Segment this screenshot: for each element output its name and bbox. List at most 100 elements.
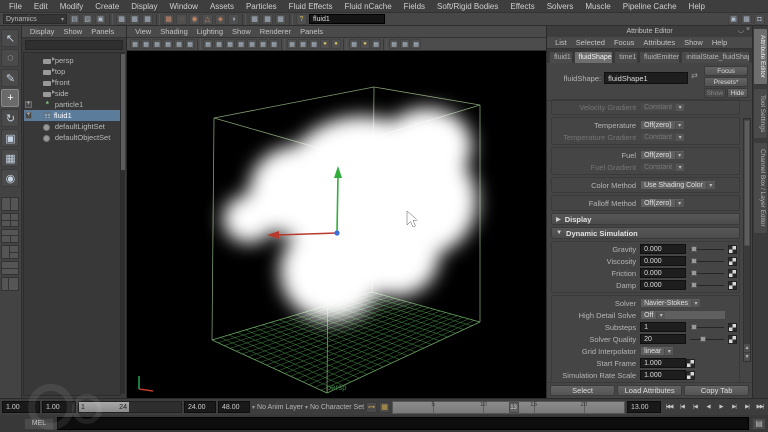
slider-substeps[interactable] <box>690 322 724 332</box>
field-chart-icon[interactable]: ▦ <box>247 39 257 49</box>
slider-solver-quality[interactable] <box>690 334 724 344</box>
scroll-down-icon[interactable]: ▼ <box>744 353 750 361</box>
outliner-filter-field[interactable] <box>25 40 123 50</box>
ae-menu-focus[interactable]: Focus <box>610 37 638 48</box>
menu-effects[interactable]: Effects <box>505 1 539 12</box>
slider-handle[interactable] <box>691 246 697 252</box>
selection-mode-object-icon[interactable]: ▦ <box>129 14 140 25</box>
quick-rename-field[interactable]: fluid1 <box>309 14 385 24</box>
texture-map-icon[interactable] <box>728 257 737 266</box>
node-name-field[interactable] <box>604 72 688 84</box>
slider-friction[interactable] <box>690 268 724 278</box>
tab-time1[interactable]: time1 <box>614 51 638 63</box>
snap-to-plane-icon[interactable]: △ <box>202 14 213 25</box>
render-settings-icon[interactable]: ◘ <box>754 14 765 25</box>
side-tab-channel-box-layer-editor[interactable]: Channel Box / Layer Editor <box>753 142 768 234</box>
value-field-substeps[interactable]: 1 <box>640 322 686 332</box>
focus-button[interactable]: Focus <box>704 66 748 76</box>
command-line-input[interactable] <box>57 417 749 430</box>
section-display[interactable]: ▶Display <box>551 213 740 225</box>
slider-handle[interactable] <box>691 282 697 288</box>
slider-handle[interactable] <box>691 258 697 264</box>
safe-title-icon[interactable]: ▦ <box>269 39 279 49</box>
soft-modification-tool[interactable]: ◉ <box>1 169 19 187</box>
character-set-selector[interactable]: No Character Set <box>310 404 364 411</box>
play-backwards-button[interactable]: ◀ <box>702 401 714 413</box>
construction-history-icon[interactable]: ▦ <box>275 14 286 25</box>
attribute-editor-scrollbar[interactable]: ▲ ▼ <box>743 118 751 362</box>
screen-space-ao-icon[interactable]: ▦ <box>349 39 359 49</box>
animation-start-field[interactable]: 1.00 <box>2 401 40 413</box>
universal-manipulator-tool[interactable]: ▦ <box>1 149 19 167</box>
three-pane-split-top-layout[interactable] <box>1 229 19 243</box>
value-field-gravity[interactable]: 0.000 <box>640 244 686 254</box>
outputs-from-selected-icon[interactable]: ▦ <box>262 14 273 25</box>
presets-button[interactable]: Presets* <box>704 77 748 87</box>
viewport-menu-show[interactable]: Show <box>228 26 255 37</box>
four-pane-layout[interactable] <box>1 213 19 227</box>
ae-menu-show[interactable]: Show <box>680 37 707 48</box>
section-dynamic-simulation[interactable]: ▼Dynamic Simulation <box>551 227 740 239</box>
anim-layer-selector[interactable]: No Anim Layer <box>257 404 303 411</box>
tab-initialstate-fluidshape1[interactable]: initialState_fluidShape1 <box>681 51 750 63</box>
menu-fluid-ncache[interactable]: Fluid nCache <box>340 1 397 12</box>
use-all-lights-icon[interactable]: ● <box>320 39 330 49</box>
snap-to-grid-icon[interactable]: ▦ <box>163 14 174 25</box>
menu-file[interactable]: File <box>4 1 27 12</box>
dropdown-solver[interactable]: Navier-Stokes▾ <box>640 298 701 308</box>
value-field-friction[interactable]: 0.000 <box>640 268 686 278</box>
texture-map-icon[interactable] <box>728 269 737 278</box>
lock-camera-icon[interactable]: ▦ <box>141 39 151 49</box>
inputs-to-selected-icon[interactable]: ▦ <box>249 14 260 25</box>
texture-map-icon[interactable] <box>728 281 737 290</box>
resolution-gate-icon[interactable]: ▦ <box>225 39 235 49</box>
viewport-canvas[interactable]: persp <box>127 51 546 398</box>
copy-tab-icon[interactable]: ◡ <box>738 26 744 34</box>
outliner-persp-layout[interactable] <box>1 277 19 291</box>
image-plane-icon[interactable]: ▦ <box>174 39 184 49</box>
dropdown-falloff-method[interactable]: Off(zero)▾ <box>640 198 685 208</box>
film-gate-icon[interactable]: ▦ <box>214 39 224 49</box>
texture-map-icon[interactable] <box>686 359 695 368</box>
dropdown-grid-interpolator[interactable]: linear▾ <box>640 346 674 356</box>
wireframe-mode-icon[interactable]: ▦ <box>287 39 297 49</box>
open-scene-icon[interactable]: ▧ <box>82 14 93 25</box>
value-field-simulation-rate-scale[interactable]: 1.000 <box>640 370 686 380</box>
go-to-end-button[interactable]: ▶▶| <box>754 401 766 413</box>
select-camera-icon[interactable]: ▦ <box>130 39 140 49</box>
go-to-start-button[interactable]: |◀◀ <box>663 401 675 413</box>
outliner-item-particle1[interactable]: +*particle1 <box>24 99 120 110</box>
outliner-scrollbar[interactable] <box>121 52 125 394</box>
current-frame-marker[interactable]: 13 <box>509 402 519 413</box>
viewport-menu-view[interactable]: View <box>131 26 155 37</box>
ae-menu-help[interactable]: Help <box>708 37 731 48</box>
slider-viscosity[interactable] <box>690 256 724 266</box>
play-forwards-button[interactable]: ▶ <box>715 401 727 413</box>
outliner-scrollbar-thumb[interactable] <box>121 54 125 170</box>
menu-particles[interactable]: Particles <box>241 1 282 12</box>
save-scene-icon[interactable]: ▣ <box>95 14 106 25</box>
menu-create[interactable]: Create <box>90 1 124 12</box>
motion-blur-icon[interactable]: ● <box>360 39 370 49</box>
outliner-menu-panels[interactable]: Panels <box>87 26 118 37</box>
close-icon[interactable]: × <box>746 26 750 34</box>
command-line-language-toggle[interactable]: MEL <box>24 418 54 430</box>
ae-menu-selected[interactable]: Selected <box>572 37 609 48</box>
scroll-up-icon[interactable]: ▲ <box>744 344 750 352</box>
range-slider-selection[interactable]: 124 <box>79 402 129 412</box>
menu-fields[interactable]: Fields <box>399 1 430 12</box>
snap-make-live-icon[interactable]: ◈ <box>215 14 226 25</box>
render-current-frame-icon[interactable]: ▣ <box>728 14 739 25</box>
shaded-mode-icon[interactable]: ▦ <box>298 39 308 49</box>
outliner-menu-show[interactable]: Show <box>59 26 86 37</box>
ae-menu-list[interactable]: List <box>551 37 571 48</box>
two-pane-stacked-layout[interactable] <box>1 261 19 275</box>
snap-to-curve-icon[interactable]: ◌ <box>176 14 187 25</box>
textured-mode-icon[interactable]: ▦ <box>309 39 319 49</box>
menu-display[interactable]: Display <box>126 1 162 12</box>
script-editor-icon[interactable]: ▤ <box>752 418 766 430</box>
menu-edit[interactable]: Edit <box>29 1 53 12</box>
attribute-editor-titlebar[interactable]: Attribute Editor ◡ × <box>547 26 752 37</box>
playback-start-field[interactable]: 1.00 <box>42 401 76 413</box>
texture-map-icon[interactable] <box>728 335 737 344</box>
